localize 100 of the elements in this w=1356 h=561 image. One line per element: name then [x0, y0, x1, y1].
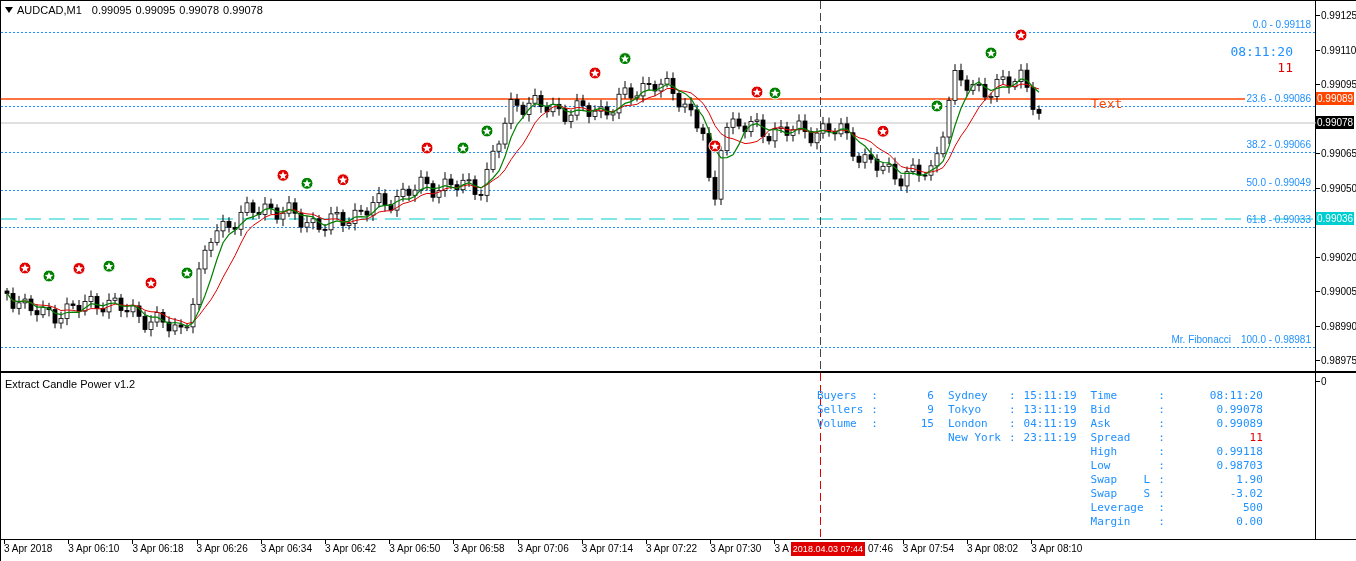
stat-value: 0.99118: [1215, 445, 1263, 459]
star-marker-icon: [588, 66, 602, 80]
stat-label: Leverage: [1090, 501, 1145, 515]
star-marker-icon: [42, 269, 56, 283]
time-tick-label: 3 Apr 08:02: [967, 543, 1019, 554]
time-tick-label: 3 Apr 2018: [4, 543, 53, 554]
time-tick-label: 3 Apr 06:10: [68, 543, 120, 554]
stat-label: High: [1090, 445, 1119, 459]
stat-label: Tokyo: [948, 403, 983, 417]
star-marker-icon: [876, 124, 890, 138]
time-tick-label: 3 Apr 07:22: [646, 543, 698, 554]
price-tick-label: 0.99005: [1321, 286, 1356, 297]
stat-colon: :: [1008, 431, 1016, 445]
price-tick-label: 0.99095: [1321, 79, 1356, 90]
stat-label: Bid: [1090, 403, 1112, 417]
ohlc-value: 0.99095: [91, 4, 132, 16]
time-tick-label: 3 Apr 06:50: [389, 543, 441, 554]
price-marker-label: 0.99036: [1316, 212, 1355, 225]
fibonacci-level-label: 100.0 - 0.98981: [1240, 334, 1311, 345]
star-marker-icon: [768, 86, 782, 100]
stat-label: Swap S: [1090, 487, 1151, 501]
price-tick-label: 0.99050: [1321, 182, 1356, 194]
stat-colon: :: [1158, 389, 1165, 403]
indicator-title: Extract Candle Power v1.2: [5, 378, 136, 390]
stat-colon: :: [1158, 403, 1165, 417]
fibonacci-level-label: 61.8 - 0.99033: [1246, 214, 1311, 225]
time-tick-label: 3 Apr 07:30: [710, 543, 762, 554]
stat-label: London: [948, 417, 989, 431]
fibonacci-level-label: 23.6 - 0.99086: [1246, 93, 1311, 104]
star-marker-icon: [72, 262, 86, 275]
stat-value: 0.99089: [1215, 417, 1263, 431]
star-marker-icon: [708, 139, 722, 153]
text-label: Text: [1091, 96, 1123, 111]
time-tick-label: 07:46: [867, 543, 893, 554]
stat-label: Sellers: [817, 403, 864, 417]
stat-value: 15:11:19: [1023, 389, 1077, 403]
time-tick-label: 3 Apr 07:54: [902, 543, 954, 554]
ohlc-value: 0.99095: [135, 4, 176, 16]
price-marker-label: 0.99078: [1316, 116, 1355, 129]
stat-label: Ask: [1090, 417, 1112, 431]
stat-label: Time: [1090, 389, 1119, 403]
stat-value: 0.98703: [1215, 459, 1263, 473]
stat-colon: :: [1158, 431, 1165, 445]
stat-colon: :: [1158, 459, 1165, 473]
time-tick-label: 3 Apr 06:34: [260, 543, 312, 554]
fibonacci-level-label: 0.0 - 0.99118: [1252, 19, 1311, 30]
indicator-tick-label: 0: [1321, 376, 1327, 387]
clock-text: 08:11:20: [1230, 44, 1293, 59]
stat-colon: :: [1158, 487, 1165, 501]
time-tick-label: 3 A: [774, 543, 789, 554]
time-tick-label: 3 Apr 06:42: [325, 543, 377, 554]
star-marker-icon: [18, 261, 32, 275]
stat-colon: :: [1158, 515, 1165, 529]
stat-colon: :: [1158, 417, 1165, 431]
stat-colon: :: [1158, 473, 1165, 487]
price-tick-label: 0.99110: [1321, 44, 1356, 56]
price-marker-label: 0.99089: [1316, 92, 1355, 105]
stat-value: 11: [1248, 431, 1263, 445]
time-tick-label: 3 Apr 07:14: [581, 543, 633, 554]
stat-label: Swap L: [1090, 473, 1151, 487]
time-tick-label: 3 Apr 06:18: [132, 543, 184, 554]
stat-value: 9: [926, 403, 934, 417]
stat-value: 04:11:19: [1023, 417, 1077, 431]
stat-label: Low: [1090, 459, 1112, 473]
dropdown-triangle-icon[interactable]: [5, 7, 13, 13]
star-marker-icon: [618, 52, 632, 66]
star-marker-icon: [750, 85, 764, 99]
time-tick-label: 3 Apr 07:06: [517, 543, 569, 554]
stat-colon: :: [871, 403, 878, 417]
stat-colon: :: [1008, 389, 1016, 403]
stat-label: Sydney: [948, 389, 989, 403]
stat-colon: :: [871, 417, 878, 431]
stat-colon: :: [1158, 501, 1165, 515]
star-marker-icon: [300, 176, 314, 190]
price-tick-label: 0.99125: [1321, 10, 1356, 21]
star-marker-icon: [1014, 28, 1028, 42]
stat-colon: :: [1008, 417, 1016, 431]
time-tick-label: 3 Apr 06:26: [196, 543, 248, 554]
stat-value: 0.99078: [1215, 403, 1263, 417]
star-marker-icon: [144, 276, 158, 290]
stat-value: 500: [1241, 501, 1263, 515]
stat-colon: :: [1158, 445, 1165, 459]
stat-value: 1.90: [1235, 473, 1263, 487]
stat-value: -3.02: [1228, 487, 1263, 501]
stat-value: 13:11:19: [1023, 403, 1077, 417]
stat-label: Margin: [1090, 515, 1132, 529]
price-tick-label: 0.98990: [1321, 320, 1356, 332]
stat-value: 6: [926, 389, 934, 403]
star-marker-icon: [984, 46, 998, 60]
star-marker-icon: [480, 124, 494, 138]
star-marker-icon: [420, 141, 434, 155]
stat-label: New York: [948, 431, 1001, 445]
star-marker-icon: [336, 173, 350, 187]
ohlc-value: 0.99078: [223, 4, 263, 16]
stat-colon: :: [1008, 403, 1016, 417]
time-tick-label: 3 Apr 06:58: [453, 543, 505, 554]
spread-text: 11: [1277, 60, 1293, 75]
star-marker-icon: [276, 168, 290, 182]
stat-label: Buyers: [817, 389, 858, 403]
stat-value: 15: [919, 417, 934, 431]
